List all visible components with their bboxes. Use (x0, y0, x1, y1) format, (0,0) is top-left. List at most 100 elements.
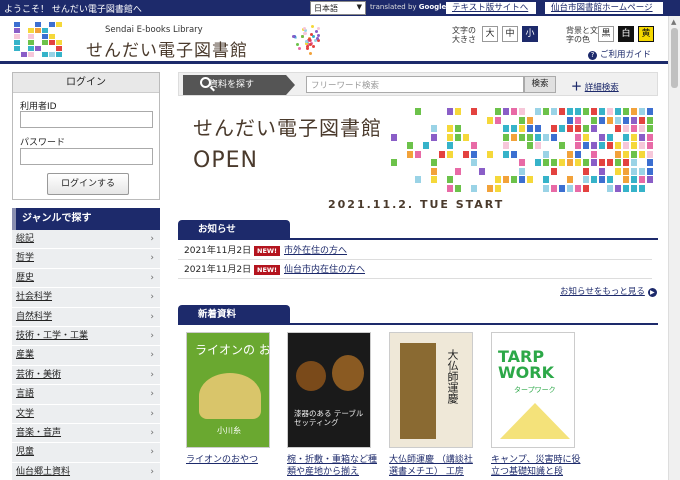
tarp-illustration (500, 403, 570, 439)
login-button[interactable]: ログインする (47, 173, 129, 195)
usage-guide-link[interactable]: ? ご利用ガイド (588, 48, 651, 60)
scrollbar-thumb[interactable] (671, 28, 678, 88)
mosaic-tile (647, 116, 653, 124)
font-size-small-button[interactable]: 小 (522, 26, 538, 42)
news-link[interactable]: 市外在住の方へ (284, 242, 347, 260)
mosaic-tile (631, 176, 637, 183)
news-link[interactable]: 仙台市内在住の方へ (284, 261, 365, 279)
genre-menu: ジャンルで探す 総記 › 哲学 › 歴史 › 社会科学 › 自然科学 › 技術・工学・工業 › 産業 › 芸… (12, 208, 160, 480)
chevron-right-icon: › (150, 466, 154, 477)
mosaic-tile (56, 40, 62, 45)
banner-mosaic-graphic (383, 108, 658, 194)
genre-item[interactable]: 総記 › (12, 230, 160, 250)
mosaic-tile (471, 142, 477, 149)
mosaic-tile (591, 116, 597, 124)
mosaic-tile (623, 142, 629, 149)
book-cover-lacquerware[interactable]: 漆器のある テーブルセッティング (287, 332, 371, 448)
mosaic-tile (447, 150, 453, 158)
mosaic-tile (14, 34, 20, 39)
genre-item[interactable]: 哲学 › (12, 249, 160, 269)
mosaic-tile (591, 142, 597, 149)
language-select[interactable]: 日本語 ▼ (310, 1, 366, 15)
mosaic-tile (591, 125, 597, 132)
genre-item[interactable]: 芸術・美術 › (12, 365, 160, 386)
mosaic-tile (607, 184, 613, 192)
font-size-large-button[interactable]: 大 (482, 26, 498, 42)
book-title-link[interactable]: 大仏師運慶 （講談社選書メチエ） 工房 (389, 454, 481, 480)
book-cover-lion[interactable]: ライオンの おやつ 小川糸 (186, 332, 270, 448)
mosaic-tile (423, 142, 429, 149)
cover-text: 漆器のある テーブルセッティング (294, 409, 364, 427)
mosaic-tile (495, 176, 501, 183)
mosaic-tile (583, 167, 589, 175)
mosaic-tile (407, 142, 413, 149)
news-more-link[interactable]: お知らせをもっと見る ▶ (560, 285, 657, 297)
mosaic-tile (567, 108, 573, 115)
genre-item[interactable]: 仙台郷土資料 › (12, 462, 160, 480)
advanced-search-link[interactable]: ＋ 詳細検索 (571, 78, 619, 94)
genre-item[interactable]: 技術・工学・工業 › (12, 326, 160, 347)
mosaic-tile (42, 52, 48, 57)
book-cover-unkei[interactable]: 大仏師運慶 (389, 332, 473, 448)
mosaic-tile (575, 125, 581, 132)
news-date: 2021年11月2日 (184, 265, 252, 275)
mosaic-tile (42, 40, 48, 45)
book-title-link[interactable]: ライオンのおやつ (186, 454, 278, 480)
genre-title: ジャンルで探す (12, 208, 160, 230)
book-title-link[interactable]: キャンプ、災害時に役立つ基礎知識と段 (491, 454, 583, 480)
mosaic-tile (631, 142, 637, 149)
google-logo: Google (418, 3, 447, 11)
mosaic-tile (447, 184, 453, 192)
genre-item[interactable]: 社会科学 › (12, 288, 160, 308)
logo-mosaic-icon[interactable] (14, 22, 62, 58)
mosaic-tile (591, 176, 597, 183)
search-input[interactable]: フリーワード検索 (306, 76, 524, 93)
genre-item[interactable]: 歴史 › (12, 268, 160, 289)
genre-item-label: 言語 (16, 389, 35, 400)
open-banner[interactable]: せんだい電子図書館 OPEN 2021.11.2. TUE START (178, 100, 658, 216)
genre-item[interactable]: 自然科学 › (12, 307, 160, 327)
book-cover-tarp[interactable]: TARP WORK タープワーク (491, 332, 575, 448)
color-black-button[interactable]: 黒 (598, 26, 614, 42)
scroll-up-icon[interactable]: ▲ (671, 18, 676, 26)
mosaic-tile (495, 108, 501, 115)
page-scrollbar[interactable]: ▲ (668, 16, 680, 480)
mosaic-tile (647, 159, 653, 166)
mosaic-tile (647, 108, 653, 115)
mosaic-tile (28, 52, 34, 57)
mosaic-tile (543, 133, 549, 141)
color-white-button[interactable]: 白 (618, 26, 634, 42)
genre-item[interactable]: 言語 › (12, 385, 160, 405)
mosaic-tile (599, 133, 605, 141)
mosaic-tile (567, 184, 573, 192)
mosaic-tile (583, 159, 589, 166)
mosaic-tile (503, 142, 509, 149)
color-yellow-button[interactable]: 黄 (638, 26, 654, 42)
chevron-right-icon: › (150, 330, 154, 341)
logo-title[interactable]: せんだい電子図書館 (86, 36, 248, 61)
genre-item[interactable]: 児童 › (12, 443, 160, 463)
password-input[interactable] (20, 148, 153, 165)
mosaic-tile (471, 159, 477, 166)
mosaic-tile (28, 40, 34, 45)
genre-item[interactable]: 産業 › (12, 346, 160, 366)
genre-item[interactable]: 文学 › (12, 404, 160, 424)
mosaic-tile (447, 108, 453, 115)
library-home-link[interactable]: 仙台市図書館ホームページ (545, 2, 663, 14)
user-id-input[interactable] (20, 111, 153, 128)
genre-item[interactable]: 音楽・音声 › (12, 423, 160, 444)
news-item: 2021年11月2日 NEW! 仙台市内在住の方へ (178, 261, 652, 279)
font-size-medium-button[interactable]: 中 (502, 26, 518, 42)
search-button[interactable]: 検索 (524, 76, 556, 93)
mosaic-tile (431, 125, 437, 132)
text-site-link[interactable]: テキスト版サイトへ (446, 2, 536, 14)
mosaic-tile (599, 167, 605, 175)
mosaic-tile (28, 28, 34, 33)
mosaic-tile (631, 116, 637, 124)
lion-illustration (199, 373, 261, 419)
mosaic-tile (56, 22, 62, 27)
banner-title: せんだい電子図書館 (193, 116, 382, 140)
mosaic-tile (503, 108, 509, 115)
book-title-link[interactable]: 椀・折敷・重箱など種類や産地から揃え (287, 454, 379, 480)
mosaic-tile (56, 52, 62, 57)
